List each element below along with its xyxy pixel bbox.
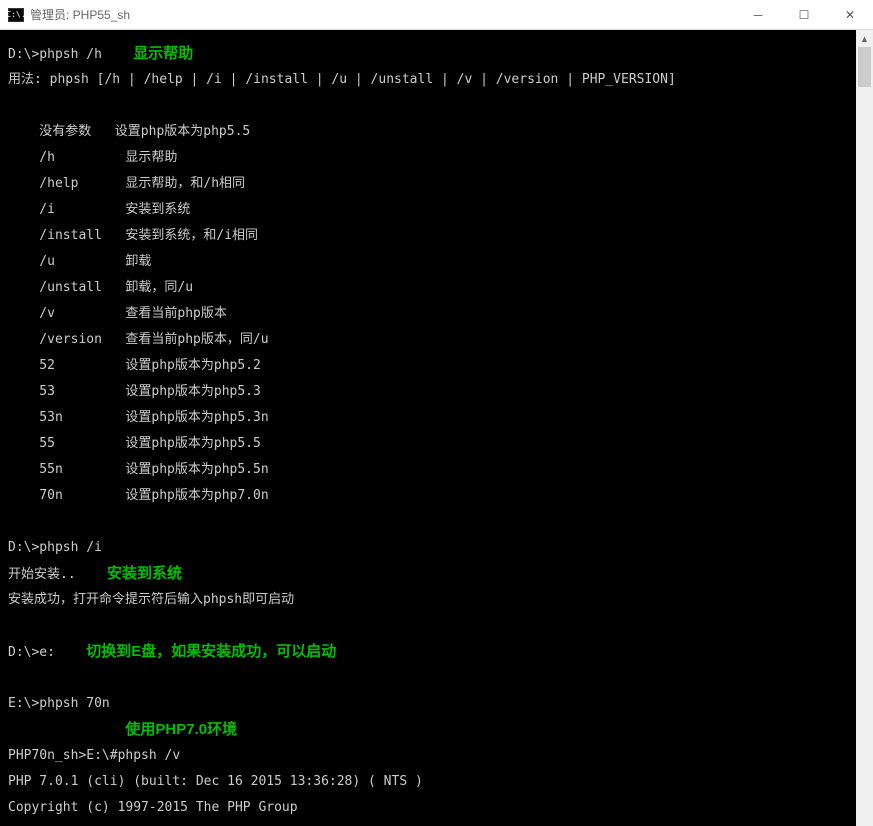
output-line: 开始安装.. bbox=[8, 567, 76, 582]
window: C:\. 管理员: PHP55_sh ─ ☐ ✕ D:\>phpsh /h 显示… bbox=[0, 0, 873, 826]
output-line: /u 卸载 bbox=[8, 255, 873, 268]
prompt-line: PHP70n_sh>E:\#phpsh /v bbox=[8, 749, 873, 762]
terminal[interactable]: D:\>phpsh /h 显示帮助 用法: phpsh [/h | /help … bbox=[0, 30, 873, 826]
annotation-help: 显示帮助 bbox=[133, 45, 193, 62]
scrollbar-up-icon[interactable]: ▲ bbox=[856, 30, 873, 47]
output-line bbox=[8, 99, 873, 112]
maximize-button[interactable]: ☐ bbox=[781, 0, 827, 30]
output-line: /v 查看当前php版本 bbox=[8, 307, 873, 320]
annotation-switch-e: 切换到E盘，如果安装成功，可以启动 bbox=[86, 643, 336, 660]
titlebar[interactable]: C:\. 管理员: PHP55_sh ─ ☐ ✕ bbox=[0, 0, 873, 30]
prompt-line: E:\>phpsh 70n bbox=[8, 696, 110, 711]
prompt-line: D:\>phpsh /h bbox=[8, 47, 102, 62]
output-line: 52 设置php版本为php5.2 bbox=[8, 359, 873, 372]
minimize-button[interactable]: ─ bbox=[735, 0, 781, 30]
output-line bbox=[8, 671, 873, 684]
annotation-php70: 使用PHP7.0环境 bbox=[125, 721, 237, 738]
scrollbar[interactable]: ▲ bbox=[856, 30, 873, 826]
output-line: PHP 7.0.1 (cli) (built: Dec 16 2015 13:3… bbox=[8, 775, 873, 788]
output-line: /i 安装到系统 bbox=[8, 203, 873, 216]
window-controls: ─ ☐ ✕ bbox=[735, 0, 873, 30]
prompt-line: D:\>e: bbox=[8, 645, 55, 660]
output-line bbox=[8, 619, 873, 632]
output-line: 70n 设置php版本为php7.0n bbox=[8, 489, 873, 502]
output-line: Copyright (c) 1997-2015 The PHP Group bbox=[8, 801, 873, 814]
output-line bbox=[8, 515, 873, 528]
close-button[interactable]: ✕ bbox=[827, 0, 873, 30]
scrollbar-thumb[interactable] bbox=[858, 47, 871, 87]
output-line: /h 显示帮助 bbox=[8, 151, 873, 164]
usage-line: 用法: phpsh [/h | /help | /i | /install | … bbox=[8, 73, 873, 86]
output-line: 没有参数 设置php版本为php5.5 bbox=[8, 125, 873, 138]
window-title: 管理员: PHP55_sh bbox=[30, 6, 735, 23]
output-line: 53 设置php版本为php5.3 bbox=[8, 385, 873, 398]
output-line: 53n 设置php版本为php5.3n bbox=[8, 411, 873, 424]
annotation-install: 安装到系统 bbox=[107, 565, 182, 582]
output-line: /install 安装到系统，和/i相同 bbox=[8, 229, 873, 242]
output-line: 55n 设置php版本为php5.5n bbox=[8, 463, 873, 476]
output-line: /version 查看当前php版本，同/u bbox=[8, 333, 873, 346]
prompt-line: D:\>phpsh /i bbox=[8, 540, 102, 555]
cmd-icon: C:\. bbox=[8, 8, 24, 22]
output-line: 55 设置php版本为php5.5 bbox=[8, 437, 873, 450]
output-line: /help 显示帮助，和/h相同 bbox=[8, 177, 873, 190]
output-line: /unstall 卸载，同/u bbox=[8, 281, 873, 294]
output-line: 安装成功，打开命令提示符后输入phpsh即可启动 bbox=[8, 593, 873, 606]
